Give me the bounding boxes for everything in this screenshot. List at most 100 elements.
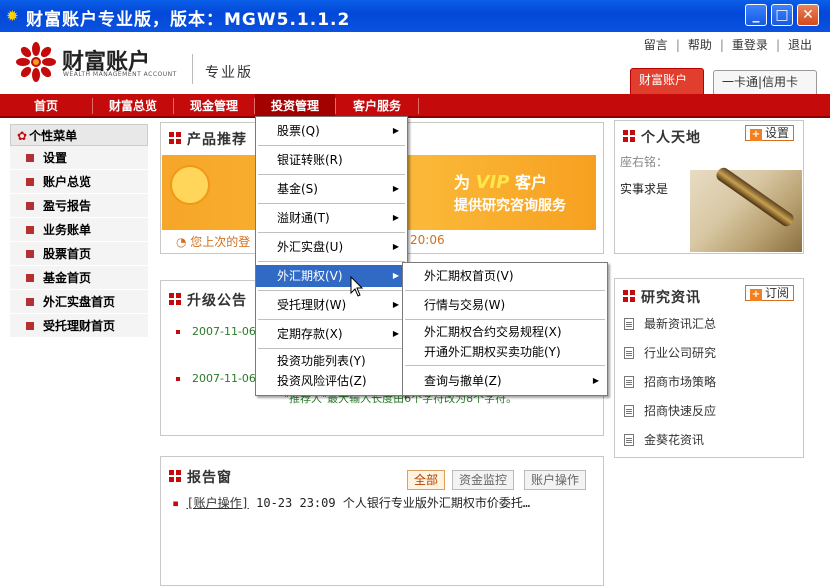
maximize-button[interactable]: □	[771, 4, 793, 26]
link-help[interactable]: 帮助	[688, 38, 712, 52]
logo-flower-icon	[16, 42, 56, 82]
announcement-date[interactable]: 2007-11-06	[192, 325, 256, 338]
minimize-button[interactable]: _	[745, 4, 767, 26]
menu-item-pnl-report[interactable]: 盈亏报告	[10, 194, 148, 218]
mouse-cursor-icon	[350, 276, 364, 297]
main-nav: 首页 财富总览 现金管理 投资管理 客户服务	[0, 94, 830, 118]
banner-subline: 提供研究咨询服务	[454, 198, 566, 214]
submenu-arrow-icon: ▶	[392, 126, 399, 135]
research-panel-title: 研究资讯	[623, 287, 701, 307]
top-links: 留言 | 帮助 | 重登录 | 退出	[643, 38, 812, 52]
report-panel-title: 报告窗	[169, 467, 232, 487]
menu-item-fund-home[interactable]: 基金首页	[10, 266, 148, 290]
report-tab-account-ops[interactable]: 账户操作	[524, 470, 587, 490]
personal-settings-button[interactable]: + 设置	[745, 125, 795, 141]
submenu-item-query-cancel[interactable]: 查询与撤单(Z) ▶	[403, 370, 607, 392]
menu-item-function-list[interactable]: 投资功能列表(Y)	[256, 352, 407, 370]
nav-divider	[418, 98, 419, 114]
menu-item-fx-spot-home[interactable]: 外汇实盘首页	[10, 290, 148, 314]
bullet-icon	[26, 249, 34, 258]
submenu-arrow-icon: ▶	[592, 376, 599, 385]
menu-separator	[405, 365, 605, 366]
menu-separator	[258, 319, 405, 320]
smiley-icon	[170, 165, 210, 205]
report-tab-all[interactable]: 全部	[407, 470, 446, 490]
bullet-icon	[26, 273, 34, 282]
logo-subtitle: WEALTH MANAGEMENT ACCOUNT	[63, 71, 177, 78]
submenu-item-contract-rules[interactable]: 外汇期权合约交易规程(X)	[403, 323, 607, 341]
menu-dot-icon: ✿	[17, 129, 28, 143]
submenu-arrow-icon: ▶	[392, 300, 399, 309]
menu-item-stock-home[interactable]: 股票首页	[10, 242, 148, 266]
menu-separator	[258, 290, 405, 291]
panel-grid-icon	[169, 293, 181, 305]
menu-item-bank-securities-transfer[interactable]: 银证转账(R)	[256, 149, 407, 171]
bullet-icon	[26, 201, 34, 210]
menu-item-account-overview[interactable]: 账户总览	[10, 170, 148, 194]
logo-divider	[192, 54, 193, 84]
bullet-icon	[176, 377, 180, 381]
research-subscribe-button[interactable]: + 订阅	[745, 285, 795, 301]
nav-home[interactable]: 首页	[0, 94, 92, 118]
menu-separator	[258, 174, 405, 175]
link-relogin[interactable]: 重登录	[732, 38, 768, 52]
menu-separator	[258, 261, 405, 262]
menu-item-fund[interactable]: 基金(S) ▶	[256, 178, 407, 200]
menu-item-trust-home[interactable]: 受托理财首页	[10, 314, 148, 338]
menu-item-statement[interactable]: 业务账单	[10, 218, 148, 242]
personal-menu: ✿ 个性菜单 设置 账户总览 盈亏报告 业务账单 股票首页 基金首页 外汇实盘首页…	[10, 124, 148, 338]
bullet-icon	[26, 153, 34, 162]
title-bar: ✹ 财富账户专业版，版本：MGW5.1.1.2 _ □ ✕	[0, 0, 830, 32]
submenu-arrow-icon: ▶	[392, 242, 399, 251]
menu-item-stock[interactable]: 股票(Q) ▶	[256, 120, 407, 142]
tab-card-credit[interactable]: 一卡通|信用卡	[713, 70, 817, 94]
menu-separator	[258, 348, 405, 349]
research-item[interactable]: 金葵花资讯	[624, 431, 704, 449]
motto-text: 实事求是	[620, 182, 669, 196]
panel-grid-icon	[169, 132, 181, 144]
research-item[interactable]: 最新资讯汇总	[624, 315, 716, 333]
pen-image	[690, 165, 802, 252]
nav-customer-service[interactable]: 客户服务	[336, 94, 418, 118]
menu-item-yicaitong[interactable]: 溢财通(T) ▶	[256, 207, 407, 229]
research-item[interactable]: 招商市场策略	[624, 373, 716, 391]
app-icon: ✹	[6, 7, 19, 25]
panel-grid-icon	[623, 290, 635, 302]
personal-menu-title: ✿ 个性菜单	[10, 124, 148, 146]
menu-separator	[258, 203, 405, 204]
window-title: 财富账户专业版，版本：MGW5.1.1.2	[26, 10, 351, 30]
research-item[interactable]: 行业公司研究	[624, 344, 716, 362]
investment-dropdown-menu: 股票(Q) ▶ 银证转账(R) 基金(S) ▶ 溢财通(T) ▶ 外汇实盘(U) ▶ 外…	[255, 116, 408, 396]
link-logout[interactable]: 退出	[788, 38, 812, 52]
motto-label: 座右铭：	[620, 155, 669, 169]
fx-option-submenu: 外汇期权首页(V) 行情与交易(W) 外汇期权合约交易规程(X) 开通外汇期权买…	[402, 262, 608, 396]
document-icon	[624, 433, 634, 446]
submenu-item-quotes-trading[interactable]: 行情与交易(W)	[403, 294, 607, 316]
menu-item-settings[interactable]: 设置	[10, 146, 148, 170]
menu-item-fx-spot[interactable]: 外汇实盘(U) ▶	[256, 236, 407, 258]
nav-wealth-overview[interactable]: 财富总览	[93, 94, 173, 118]
tab-wealth-account[interactable]: 财富账户	[630, 68, 704, 94]
nav-cash-management[interactable]: 现金管理	[174, 94, 254, 118]
menu-item-fx-option[interactable]: 外汇期权(V) ▶	[256, 265, 407, 287]
document-icon	[624, 375, 634, 388]
research-item[interactable]: 招商快速反应	[624, 402, 716, 420]
announcement-date[interactable]: 2007-11-06	[192, 372, 256, 385]
report-entry[interactable]: ▪ [账户操作] 10-23 23:09 个人银行专业版外汇期权市价委托…	[172, 494, 530, 511]
panel-grid-icon	[169, 470, 181, 482]
bullet-icon	[26, 225, 34, 234]
close-button[interactable]: ✕	[797, 4, 819, 26]
menu-item-risk-assessment[interactable]: 投资风险评估(Z)	[256, 372, 407, 390]
bullet-icon	[26, 321, 34, 330]
submenu-arrow-icon: ▶	[392, 329, 399, 338]
menu-item-trust-finance[interactable]: 受托理财(W) ▶	[256, 294, 407, 316]
link-message[interactable]: 留言	[644, 38, 668, 52]
report-tab-funds-monitor[interactable]: 资金监控	[452, 470, 515, 490]
menu-item-time-deposit[interactable]: 定期存款(X) ▶	[256, 323, 407, 345]
nav-investment-management[interactable]: 投资管理	[255, 94, 335, 118]
submenu-item-enable-trading[interactable]: 开通外汇期权买卖功能(Y)	[403, 343, 607, 361]
document-icon	[624, 346, 634, 359]
submenu-item-fx-option-home[interactable]: 外汇期权首页(V)	[403, 265, 607, 287]
header: 财富账户 WEALTH MANAGEMENT ACCOUNT 专业版 留言 | 帮助…	[0, 32, 830, 94]
announcement-panel-title: 升级公告	[169, 290, 247, 310]
